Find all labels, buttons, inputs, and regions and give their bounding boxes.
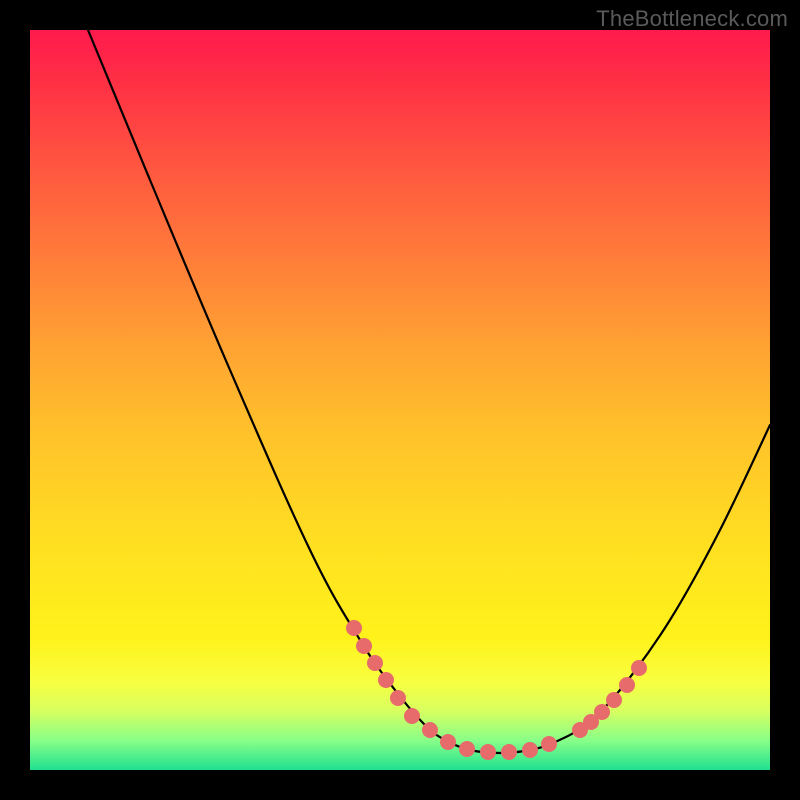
curve-marker-dot	[619, 677, 635, 693]
curve-markers	[346, 620, 647, 760]
curve-marker-dot	[541, 736, 557, 752]
curve-marker-dot	[346, 620, 362, 636]
curve-marker-dot	[606, 692, 622, 708]
watermark-text: TheBottleneck.com	[596, 6, 788, 32]
bottleneck-curve	[88, 30, 770, 753]
curve-marker-dot	[356, 638, 372, 654]
curve-marker-dot	[422, 722, 438, 738]
curve-marker-dot	[631, 660, 647, 676]
curve-marker-dot	[480, 744, 496, 760]
curve-marker-dot	[594, 704, 610, 720]
curve-marker-dot	[390, 690, 406, 706]
curve-marker-dot	[440, 734, 456, 750]
chart-svg	[30, 30, 770, 770]
curve-marker-dot	[522, 742, 538, 758]
curve-marker-dot	[378, 672, 394, 688]
curve-marker-dot	[459, 741, 475, 757]
curve-marker-dot	[404, 708, 420, 724]
curve-marker-dot	[572, 722, 588, 738]
curve-marker-dot	[501, 744, 517, 760]
curve-marker-dot	[583, 714, 599, 730]
curve-marker-dot	[367, 655, 383, 671]
chart-plot-area	[30, 30, 770, 770]
